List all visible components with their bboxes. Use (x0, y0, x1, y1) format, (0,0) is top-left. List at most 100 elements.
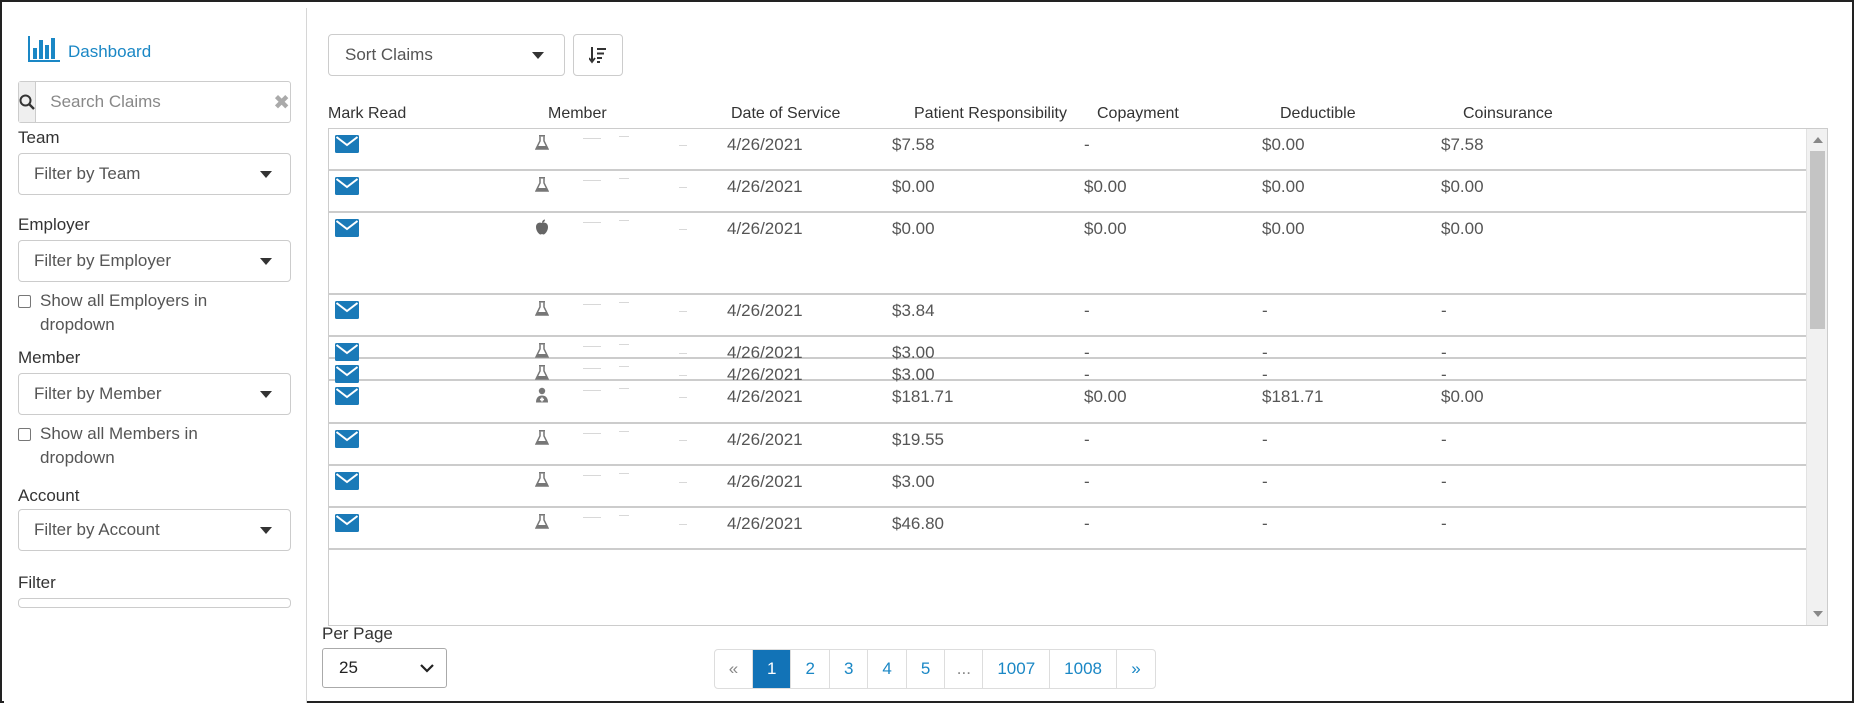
column-header-copayment[interactable]: Copayment (1097, 105, 1179, 123)
pagination-page-3[interactable]: 3 (830, 650, 869, 688)
mark-read-envelope-icon[interactable] (335, 430, 359, 453)
search-icon (19, 94, 35, 110)
pagination-next-button[interactable]: » (1117, 650, 1155, 688)
cell-copayment: - (1084, 430, 1090, 449)
claims-table-body[interactable]: 4/26/2021 $7.58 - $0.00 $7.58 4/26/2021 $0.00 $… (328, 128, 1828, 626)
team-filter-dropdown[interactable]: Filter by Team (18, 153, 291, 195)
table-row[interactable]: 4/26/2021 $19.55 - - - (329, 424, 1807, 466)
sort-claims-placeholder: Sort Claims (345, 45, 433, 64)
filter-label: Filter (18, 573, 56, 592)
sort-amount-desc-icon (589, 47, 606, 64)
search-button[interactable] (19, 82, 37, 122)
table-row[interactable]: 4/26/2021 $0.00 $0.00 $0.00 $0.00 (329, 213, 1807, 295)
sort-direction-button[interactable] (573, 34, 623, 76)
column-header-deductible[interactable]: Deductible (1280, 105, 1356, 123)
cell-deductible: - (1262, 472, 1268, 491)
flask-icon (534, 135, 550, 156)
scrollbar-thumb[interactable] (1810, 151, 1825, 329)
pagination-page-5[interactable]: 5 (907, 650, 946, 688)
show-all-members-label: Show all Members in dropdown (40, 424, 198, 467)
pagination-page-4[interactable]: 4 (868, 650, 907, 688)
account-filter-dropdown[interactable]: Filter by Account (18, 509, 291, 551)
cell-deductible: - (1262, 301, 1268, 320)
member-name-redacted (579, 508, 739, 548)
show-all-members-option[interactable]: Show all Members in dropdown (18, 422, 240, 470)
doctor-icon (535, 387, 549, 408)
table-row[interactable]: 4/26/2021 $46.80 - - - (329, 508, 1807, 550)
cell-deductible: - (1262, 514, 1268, 533)
mark-read-envelope-icon[interactable] (335, 387, 359, 410)
search-claims-input[interactable] (36, 82, 274, 122)
cell-patient-responsibility: $19.55 (892, 430, 944, 449)
member-name-redacted (579, 213, 739, 293)
flask-icon (534, 430, 550, 451)
scroll-up-arrow-icon[interactable] (1813, 137, 1823, 143)
mark-read-envelope-icon[interactable] (335, 177, 359, 200)
employer-filter-dropdown[interactable]: Filter by Employer (18, 240, 291, 282)
team-label: Team (18, 128, 60, 147)
filter-sidebar: Dashboard ✖ Team Filter by Team Employer… (4, 8, 307, 703)
column-header-mark-read[interactable]: Mark Read (328, 105, 406, 123)
cell-coinsurance: - (1441, 301, 1447, 320)
column-header-patient-responsibility[interactable]: Patient Responsibility (914, 105, 1067, 123)
show-all-employers-checkbox[interactable] (18, 295, 31, 308)
cell-patient-responsibility: $0.00 (892, 177, 935, 196)
pagination-page-2[interactable]: 2 (791, 650, 830, 688)
table-row[interactable]: 4/26/2021 $0.00 $0.00 $0.00 $0.00 (329, 171, 1807, 213)
table-scrollbar[interactable] (1806, 129, 1827, 625)
cell-date-of-service: 4/26/2021 (727, 387, 803, 406)
cell-deductible: $0.00 (1262, 135, 1305, 154)
table-row[interactable]: 4/26/2021 $7.58 - $0.00 $7.58 (329, 129, 1807, 171)
column-header-coinsurance[interactable]: Coinsurance (1463, 105, 1553, 123)
mark-read-envelope-icon[interactable] (335, 135, 359, 158)
table-row[interactable]: 4/26/2021 $3.84 - - - (329, 295, 1807, 337)
claims-main: Sort Claims Mark Read Member Date of Ser… (308, 8, 1854, 703)
clear-search-icon[interactable]: ✖ (273, 90, 290, 115)
cell-date-of-service: 4/26/2021 (727, 177, 803, 196)
flask-icon (534, 514, 550, 535)
flask-icon (534, 301, 550, 322)
cell-patient-responsibility: $0.00 (892, 219, 935, 238)
cell-copayment: - (1084, 472, 1090, 491)
cell-copayment: - (1084, 301, 1090, 320)
pagination-page-1008[interactable]: 1008 (1050, 650, 1117, 688)
dashboard-link[interactable]: Dashboard (28, 36, 151, 62)
cell-deductible: $181.71 (1262, 387, 1324, 406)
per-page-select[interactable]: 25 (322, 648, 447, 688)
scroll-down-arrow-icon[interactable] (1813, 611, 1823, 617)
member-filter-dropdown[interactable]: Filter by Member (18, 373, 291, 415)
mark-read-envelope-icon[interactable] (335, 301, 359, 324)
caret-down-icon (260, 258, 272, 265)
show-all-members-checkbox[interactable] (18, 428, 31, 441)
mark-read-envelope-icon[interactable] (335, 472, 359, 495)
member-filter-placeholder: Filter by Member (34, 384, 162, 403)
pagination-page-1[interactable]: 1 (753, 650, 792, 688)
member-name-redacted (579, 171, 739, 211)
column-header-date-of-service[interactable]: Date of Service (731, 105, 840, 123)
employer-label: Employer (18, 215, 90, 234)
mark-read-envelope-icon[interactable] (335, 514, 359, 537)
table-row[interactable]: 4/26/2021 $3.00- - - (329, 337, 1807, 362)
member-name-redacted (579, 466, 739, 506)
pagination-prev-button[interactable]: « (715, 650, 753, 688)
table-row[interactable]: 4/26/2021 $181.71 $0.00 $181.71 $0.00 (329, 381, 1807, 424)
claims-table-header: Mark Read Member Date of Service Patient… (328, 105, 1828, 129)
cell-deductible: - (1262, 430, 1268, 449)
flask-icon (534, 472, 550, 493)
account-filter-placeholder: Filter by Account (34, 520, 160, 539)
column-header-member[interactable]: Member (548, 105, 607, 123)
sort-claims-dropdown[interactable]: Sort Claims (328, 34, 565, 76)
pagination-ellipsis: ... (945, 650, 984, 688)
chevron-down-icon (420, 664, 434, 673)
filter-dropdown[interactable] (18, 598, 291, 608)
table-row[interactable]: 4/26/2021 $3.00- - - (329, 466, 1807, 508)
cell-copayment: - (1084, 514, 1090, 533)
cell-copayment: $0.00 (1084, 387, 1127, 406)
pagination-page-1007[interactable]: 1007 (983, 650, 1051, 688)
table-row[interactable]: 4/26/2021 $3.00- - - (329, 359, 1807, 384)
cell-date-of-service: 4/26/2021 (727, 472, 803, 491)
show-all-employers-option[interactable]: Show all Employers in dropdown (18, 289, 240, 337)
per-page-label: Per Page (322, 624, 393, 643)
mark-read-envelope-icon[interactable] (335, 219, 359, 242)
member-name-redacted (579, 424, 739, 464)
